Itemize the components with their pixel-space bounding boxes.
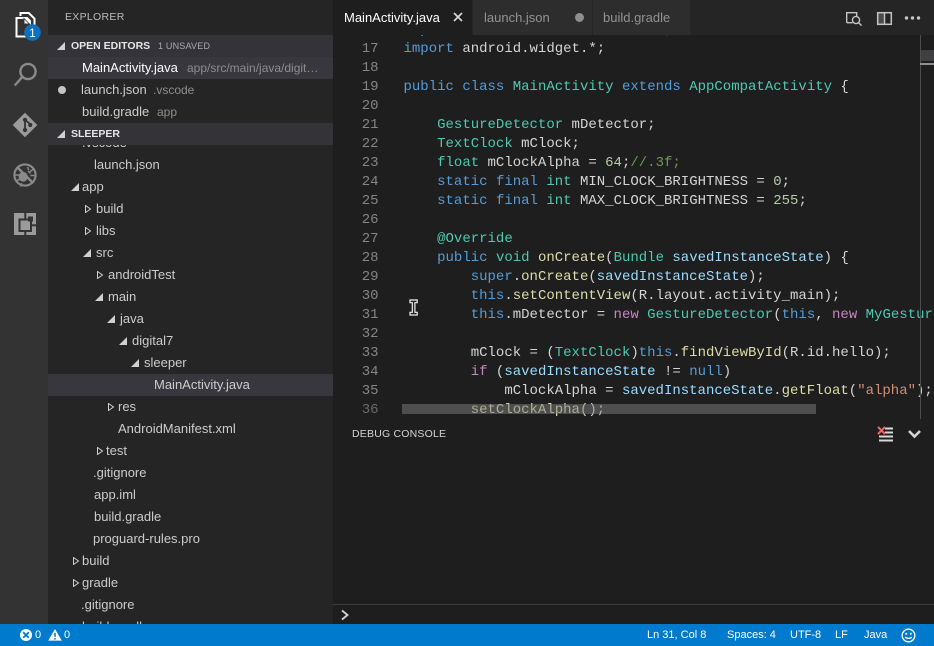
- svg-text:1: 1: [29, 28, 35, 40]
